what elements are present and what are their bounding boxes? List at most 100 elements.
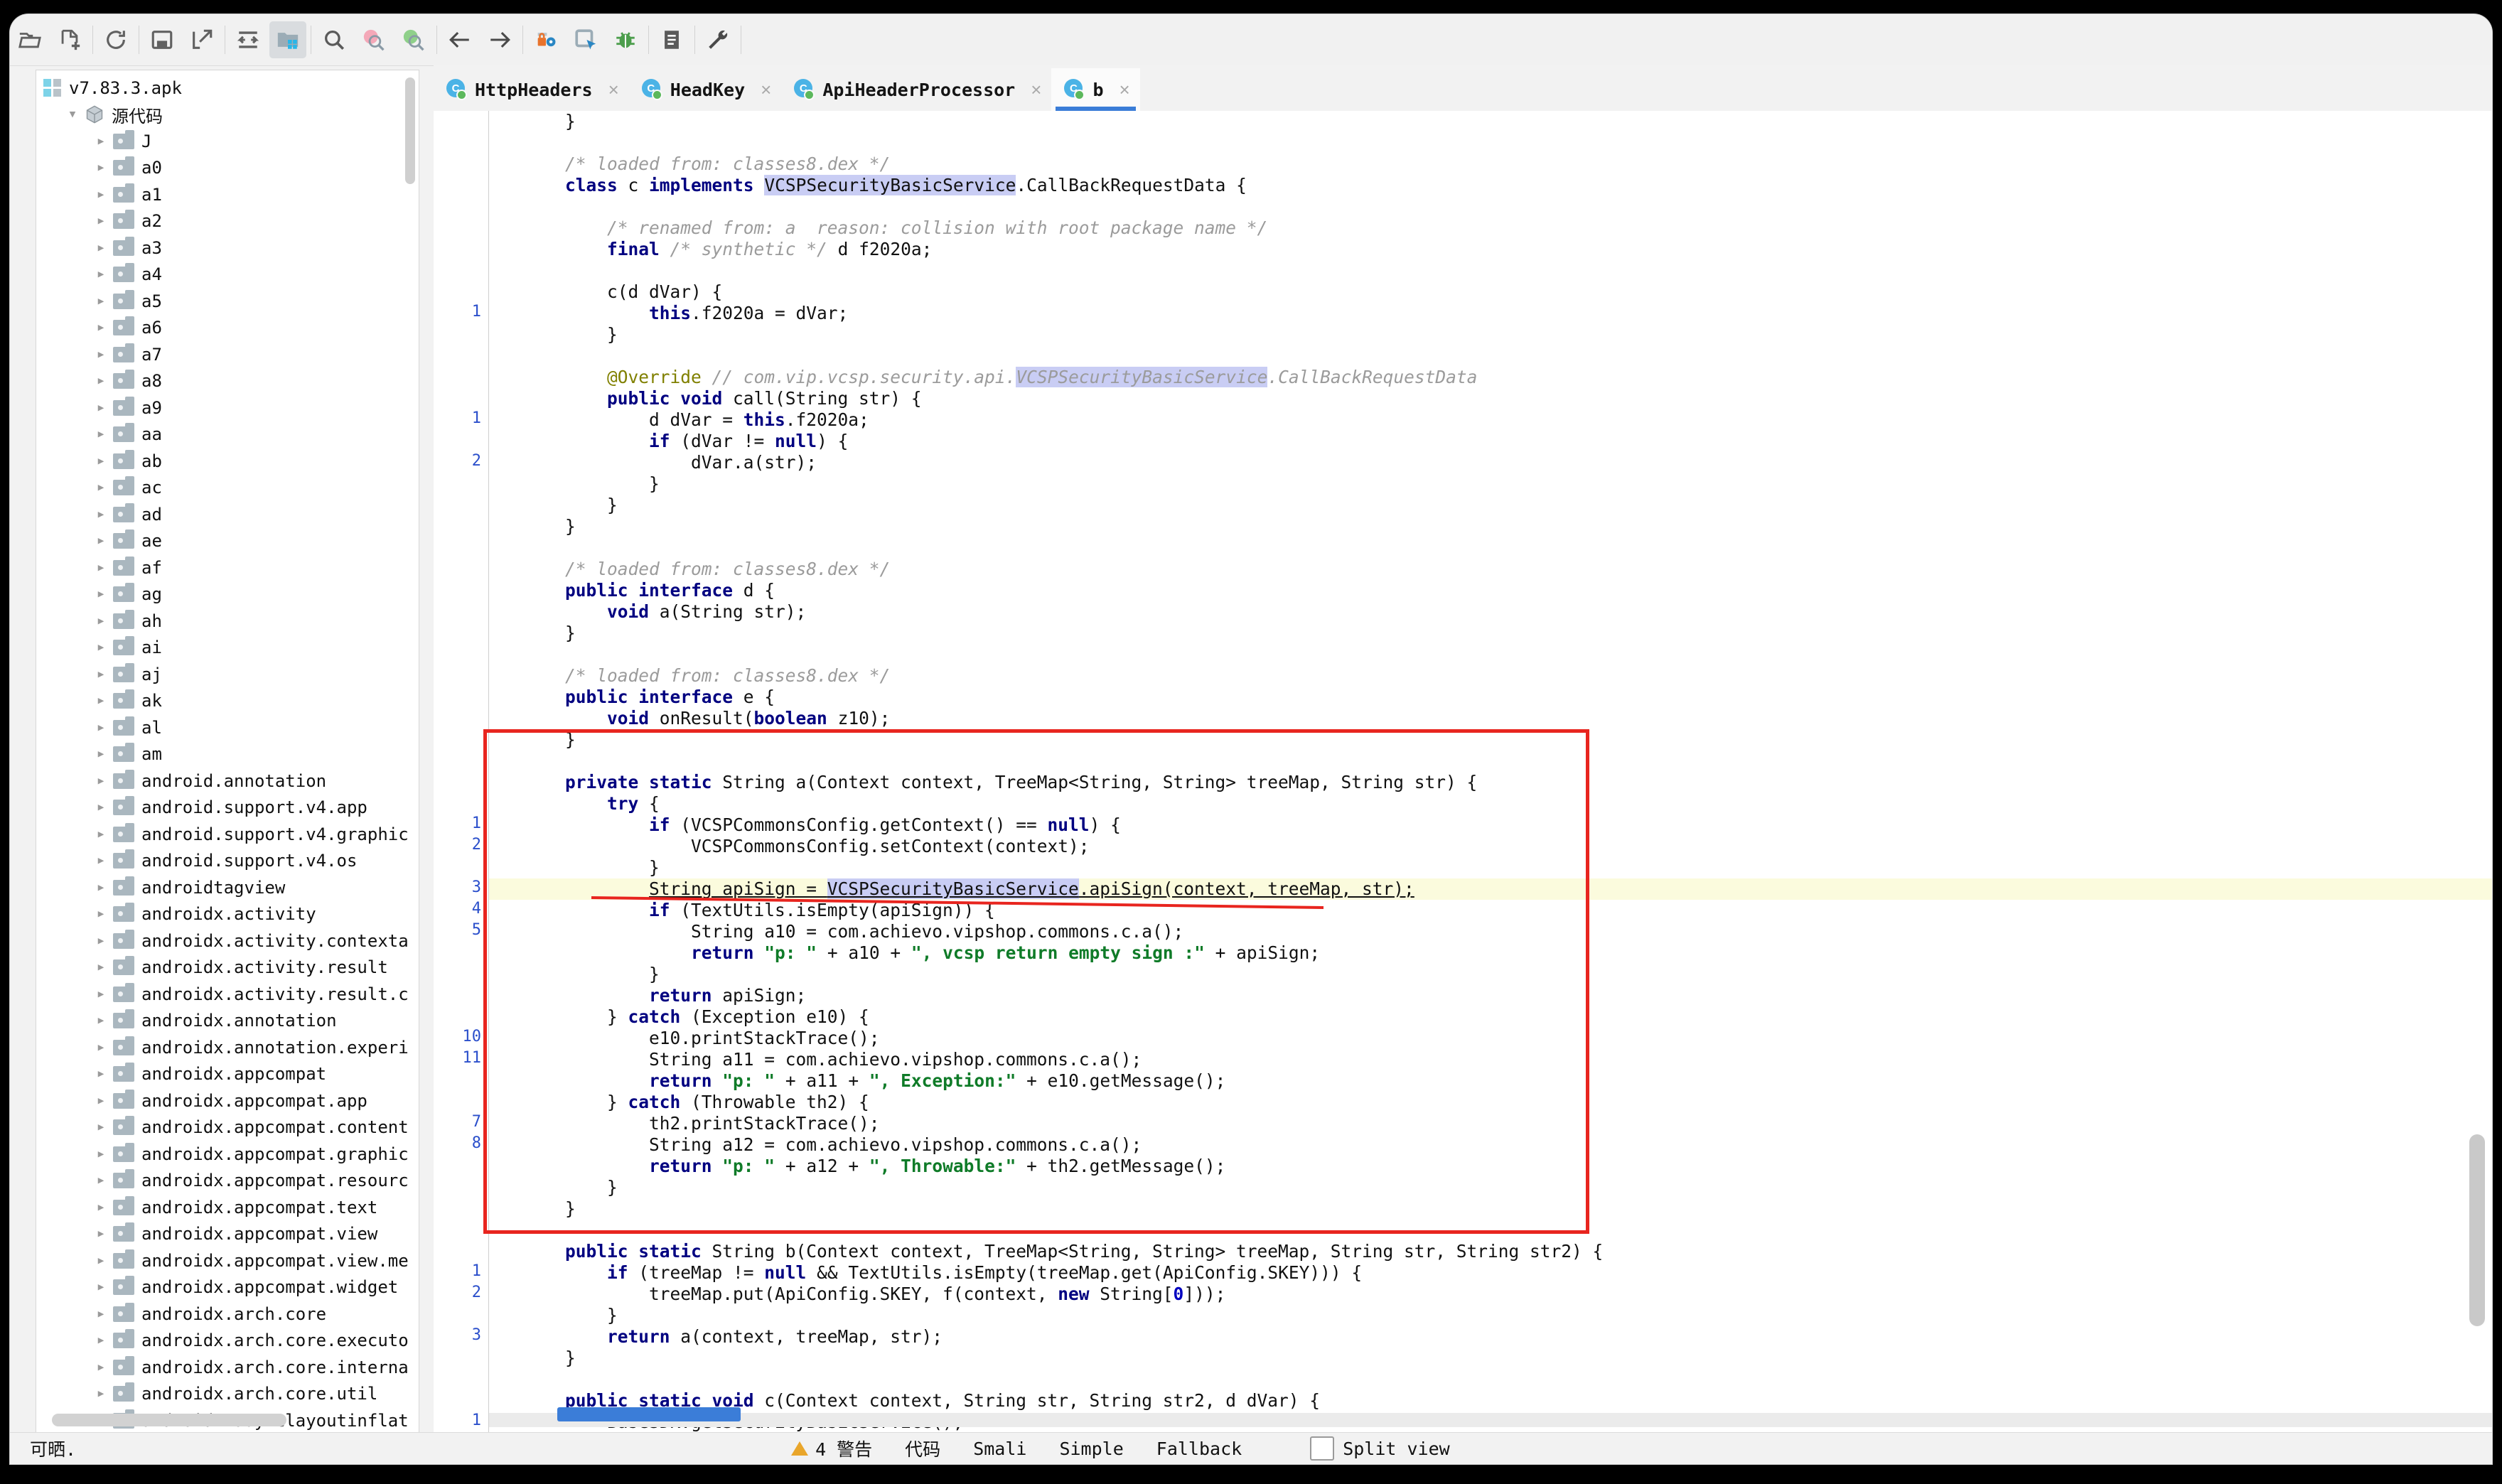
chevron-right-icon[interactable]: ▸ xyxy=(89,800,113,815)
tree-item-11[interactable]: ▸ aa xyxy=(36,421,419,448)
tree-item-9[interactable]: ▸ a8 xyxy=(36,368,419,395)
code-line-29[interactable]: } xyxy=(489,729,2492,751)
tree-item-35[interactable]: ▸ androidx.appcompat xyxy=(36,1061,419,1088)
search-icon[interactable] xyxy=(316,21,353,58)
project-tree-panel[interactable]: v7.83.3.apk ▾ 源代码 ▸ J ▸ a0 ▸ a1 ▸ a2 ▸ a3 ▸ a4 ▸ a5 ▸ a… xyxy=(36,70,419,1433)
tree-item-36[interactable]: ▸ androidx.appcompat.app xyxy=(36,1087,419,1114)
chevron-right-icon[interactable]: ▸ xyxy=(89,1013,113,1028)
bug-icon[interactable] xyxy=(607,21,644,58)
tree-item-45[interactable]: ▸ androidx.arch.core.executo xyxy=(36,1328,419,1355)
code-line-28[interactable]: void onResult(boolean z10); xyxy=(489,708,2492,729)
tree-item-14[interactable]: ▸ ad xyxy=(36,501,419,528)
chevron-right-icon[interactable]: ▸ xyxy=(89,213,113,229)
code-line-27[interactable]: public interface e { xyxy=(489,687,2492,708)
editor-tab-1[interactable]: C HeadKey × xyxy=(629,68,782,111)
collapse-icon[interactable] xyxy=(230,21,267,58)
chevron-right-icon[interactable]: ▸ xyxy=(89,373,113,389)
code-line-49[interactable]: return "p: " + a12 + ", Throwable:" + th… xyxy=(489,1156,2492,1177)
code-line-43[interactable]: e10.printStackTrace(); xyxy=(489,1028,2492,1049)
sidebar-horizontal-scrollbar[interactable] xyxy=(52,1414,286,1426)
chevron-right-icon[interactable]: ▸ xyxy=(89,773,113,789)
code-line-22[interactable]: public interface d { xyxy=(489,580,2492,601)
tree-node-source[interactable]: ▾ 源代码 xyxy=(36,102,419,129)
lock-gear-icon[interactable] xyxy=(527,21,564,58)
code-line-5[interactable]: /* renamed from: a reason: collision wit… xyxy=(489,217,2492,239)
code-line-13[interactable]: public void call(String str) { xyxy=(489,388,2492,409)
tree-item-1[interactable]: ▸ a0 xyxy=(36,155,419,182)
tree-item-15[interactable]: ▸ ae xyxy=(36,528,419,555)
code-line-47[interactable]: th2.printStackTrace(); xyxy=(489,1113,2492,1134)
editor-vertical-scrollbar[interactable] xyxy=(2469,1134,2485,1326)
chevron-right-icon[interactable]: ▸ xyxy=(89,1119,113,1135)
search-next-icon[interactable] xyxy=(395,21,432,58)
close-icon[interactable]: × xyxy=(761,79,771,101)
editor-tab-0[interactable]: C HttpHeaders × xyxy=(434,68,629,111)
split-view-toggle[interactable]: Split view xyxy=(1310,1436,1450,1461)
tree-item-27[interactable]: ▸ android.support.v4.os xyxy=(36,848,419,875)
chevron-right-icon[interactable]: ▸ xyxy=(89,186,113,203)
chevron-right-icon[interactable]: ▸ xyxy=(89,746,113,762)
tree-item-6[interactable]: ▸ a5 xyxy=(36,288,419,315)
tree-item-44[interactable]: ▸ androidx.arch.core xyxy=(36,1301,419,1328)
code-line-20[interactable] xyxy=(489,537,2492,559)
code-content[interactable]: } /* loaded from: classes8.dex */ class … xyxy=(489,111,2492,1433)
chevron-right-icon[interactable]: ▸ xyxy=(89,1173,113,1188)
code-line-1[interactable] xyxy=(489,132,2492,154)
tree-item-10[interactable]: ▸ a9 xyxy=(36,394,419,421)
tree-item-4[interactable]: ▸ a3 xyxy=(36,235,419,262)
tree-item-30[interactable]: ▸ androidx.activity.contexta xyxy=(36,928,419,955)
tree-item-19[interactable]: ▸ ai xyxy=(36,635,419,662)
editor-tab-3[interactable]: Cb × xyxy=(1051,68,1140,111)
code-line-32[interactable]: try { xyxy=(489,793,2492,814)
tree-item-0[interactable]: ▸ J xyxy=(36,128,419,155)
tree-item-21[interactable]: ▸ ak xyxy=(36,688,419,715)
tree-item-42[interactable]: ▸ androidx.appcompat.view.me xyxy=(36,1247,419,1274)
code-line-10[interactable]: } xyxy=(489,324,2492,345)
code-line-30[interactable] xyxy=(489,751,2492,772)
tree-item-24[interactable]: ▸ android.annotation xyxy=(36,768,419,795)
code-line-54[interactable]: if (treeMap != null && TextUtils.isEmpty… xyxy=(489,1262,2492,1284)
close-icon[interactable]: × xyxy=(1031,79,1041,101)
chevron-right-icon[interactable]: ▸ xyxy=(89,480,113,495)
chevron-right-icon[interactable]: ▸ xyxy=(89,506,113,522)
tree-root-apk[interactable]: v7.83.3.apk xyxy=(36,75,419,102)
code-line-15[interactable]: if (dVar != null) { xyxy=(489,431,2492,452)
chevron-right-icon[interactable]: ▸ xyxy=(89,160,113,176)
tree-item-34[interactable]: ▸ androidx.annotation.experi xyxy=(36,1034,419,1061)
code-line-45[interactable]: return "p: " + a11 + ", Exception:" + e1… xyxy=(489,1070,2492,1092)
code-line-16[interactable]: dVar.a(str); xyxy=(489,452,2492,473)
tree-item-16[interactable]: ▸ af xyxy=(36,554,419,581)
code-line-25[interactable] xyxy=(489,644,2492,665)
chevron-right-icon[interactable]: ▸ xyxy=(89,826,113,842)
split-view-checkbox[interactable] xyxy=(1310,1436,1335,1461)
tree-item-23[interactable]: ▸ am xyxy=(36,741,419,768)
chevron-right-icon[interactable]: ▸ xyxy=(89,932,113,949)
tree-item-39[interactable]: ▸ androidx.appcompat.resourc xyxy=(36,1168,419,1195)
mode-tab-simple[interactable]: Simple xyxy=(1059,1439,1123,1459)
chevron-right-icon[interactable]: ▸ xyxy=(89,853,113,869)
code-line-11[interactable] xyxy=(489,345,2492,367)
back-arrow-icon[interactable] xyxy=(441,21,478,58)
tree-item-32[interactable]: ▸ androidx.activity.result.c xyxy=(36,981,419,1008)
chevron-right-icon[interactable]: ▸ xyxy=(89,1279,113,1295)
chevron-right-icon[interactable]: ▸ xyxy=(89,1386,113,1402)
tree-item-2[interactable]: ▸ a1 xyxy=(36,181,419,208)
tree-item-13[interactable]: ▸ ac xyxy=(36,475,419,502)
tree-item-26[interactable]: ▸ android.support.v4.graphic xyxy=(36,821,419,848)
code-line-50[interactable]: } xyxy=(489,1177,2492,1198)
chevron-right-icon[interactable]: ▸ xyxy=(89,267,113,282)
code-line-58[interactable]: } xyxy=(489,1348,2492,1369)
code-line-17[interactable]: } xyxy=(489,473,2492,495)
chevron-right-icon[interactable]: ▸ xyxy=(89,1359,113,1375)
tree-item-20[interactable]: ▸ aj xyxy=(36,661,419,688)
tree-item-18[interactable]: ▸ ah xyxy=(36,608,419,635)
code-line-7[interactable] xyxy=(489,260,2492,281)
code-line-55[interactable]: treeMap.put(ApiConfig.SKEY, f(context, n… xyxy=(489,1284,2492,1305)
chevron-right-icon[interactable]: ▸ xyxy=(89,1226,113,1242)
chevron-right-icon[interactable]: ▸ xyxy=(89,346,113,362)
code-line-0[interactable]: } xyxy=(489,111,2492,132)
mode-tab-fallback[interactable]: Fallback xyxy=(1156,1439,1242,1459)
chevron-right-icon[interactable]: ▸ xyxy=(89,426,113,442)
code-line-33[interactable]: if (VCSPCommonsConfig.getContext() == nu… xyxy=(489,814,2492,836)
chevron-right-icon[interactable]: ▸ xyxy=(89,906,113,922)
